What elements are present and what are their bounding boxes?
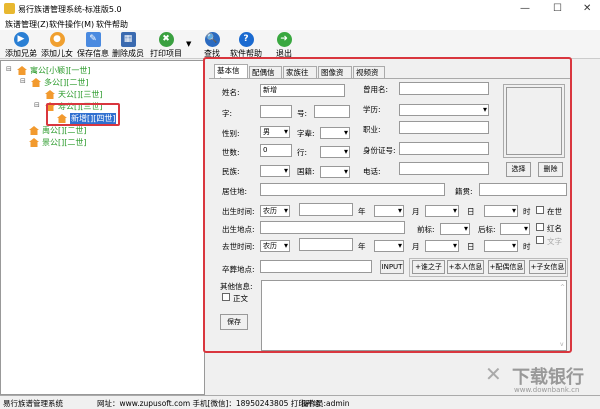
toolbar-grid-button[interactable]: ▦ 删除成员 bbox=[108, 32, 148, 59]
maximize-button[interactable]: ☐ bbox=[553, 3, 562, 14]
tree-node[interactable]: 天公[][三世] bbox=[45, 89, 102, 100]
play-icon: ▶ bbox=[13, 32, 29, 47]
exit-arrow-icon: ➜ bbox=[276, 32, 292, 47]
house-icon bbox=[31, 78, 41, 87]
pen-icon: ✎ bbox=[85, 32, 101, 47]
house-icon bbox=[45, 90, 55, 99]
menu-genealogy[interactable]: 族谱管理(Z) bbox=[5, 19, 49, 30]
status-bar: 易行族谱管理系统 网址：www.zupusoft.com 手机[微信]：1895… bbox=[0, 395, 600, 409]
app-icon bbox=[4, 3, 15, 14]
tree-node-label: 景公[][二世] bbox=[42, 138, 87, 147]
tree-node-label: 寓公[小颖][一世] bbox=[30, 66, 91, 75]
toolbar-help-button[interactable]: ? 软件帮助 bbox=[226, 32, 266, 59]
tree-node-label: 天公[][三世] bbox=[58, 90, 103, 99]
tree-node-label: 多公[][二世] bbox=[44, 78, 89, 87]
tree-node[interactable]: 禹公[][二世] bbox=[29, 125, 86, 136]
title-bar: 易行族谱管理系统-标准版5.0 — ☐ ✕ bbox=[0, 0, 600, 18]
toolbar-person-button[interactable]: ● 添加儿女 bbox=[37, 32, 77, 59]
person-icon: ● bbox=[49, 32, 65, 47]
window-title: 易行族谱管理系统-标准版5.0 bbox=[18, 5, 122, 14]
tree-node[interactable]: 景公[][二世] bbox=[29, 137, 86, 148]
toolbar-label: 保存信息 bbox=[77, 49, 109, 58]
highlight-box bbox=[203, 57, 572, 353]
toolbar-pen-button[interactable]: ✎ 保存信息 bbox=[73, 32, 113, 59]
house-icon bbox=[17, 66, 27, 75]
collapse-icon[interactable]: ⊟ bbox=[6, 65, 12, 73]
tree-node[interactable]: 寓公[小颖][一世] bbox=[17, 65, 90, 76]
tools-icon: ✖ bbox=[158, 32, 174, 47]
toolbar-label: 删除成员 bbox=[112, 49, 144, 58]
status-contact: 网址：www.zupusoft.com 手机[微信]：18950243805 打… bbox=[97, 399, 321, 408]
toolbar-exit-arrow-button[interactable]: ➜ 退出 bbox=[264, 32, 304, 59]
collapse-icon[interactable]: ⊟ bbox=[20, 77, 26, 85]
status-operator: 操作员:admin bbox=[301, 399, 350, 408]
tree-node-label: 禹公[][二世] bbox=[42, 126, 87, 135]
menu-help[interactable]: 软件帮助 bbox=[96, 19, 128, 30]
status-app: 易行族谱管理系统 bbox=[3, 399, 63, 408]
toolbar-label: 打印项目 bbox=[150, 49, 182, 58]
collapse-icon[interactable]: ⊟ bbox=[34, 101, 40, 109]
grid-icon: ▦ bbox=[120, 32, 136, 47]
menu-bar: 族谱管理(Z) 软件操作(M) 软件帮助 bbox=[0, 18, 600, 30]
dropdown-arrow-icon[interactable]: ▼ bbox=[186, 40, 191, 48]
toolbar-play-button[interactable]: ▶ 添加兄弟 bbox=[1, 32, 41, 59]
search-icon: 🔍 bbox=[204, 32, 220, 47]
toolbar-label: 添加兄弟 bbox=[5, 49, 37, 58]
toolbar-label: 添加儿女 bbox=[41, 49, 73, 58]
menu-operation[interactable]: 软件操作(M) bbox=[49, 19, 94, 30]
toolbar-tools-button[interactable]: ✖ 打印项目 bbox=[146, 32, 186, 59]
house-icon bbox=[29, 126, 39, 135]
highlight-box bbox=[46, 103, 120, 126]
minimize-button[interactable]: — bbox=[520, 3, 530, 14]
house-icon bbox=[29, 138, 39, 147]
toolbar: ▶ 添加兄弟 ● 添加儿女 ✎ 保存信息 ▦ 删除成员 ✖ 打印项目 🔍 查找? 软件帮助 ➜ 退出 ▼ bbox=[0, 30, 600, 59]
help-icon: ? bbox=[238, 32, 254, 47]
close-button[interactable]: ✕ bbox=[583, 3, 591, 14]
watermark-logo: ✕ bbox=[485, 362, 502, 386]
watermark-url: www.downbank.cn bbox=[514, 386, 580, 394]
tree-node[interactable]: 多公[][二世] bbox=[31, 77, 88, 88]
